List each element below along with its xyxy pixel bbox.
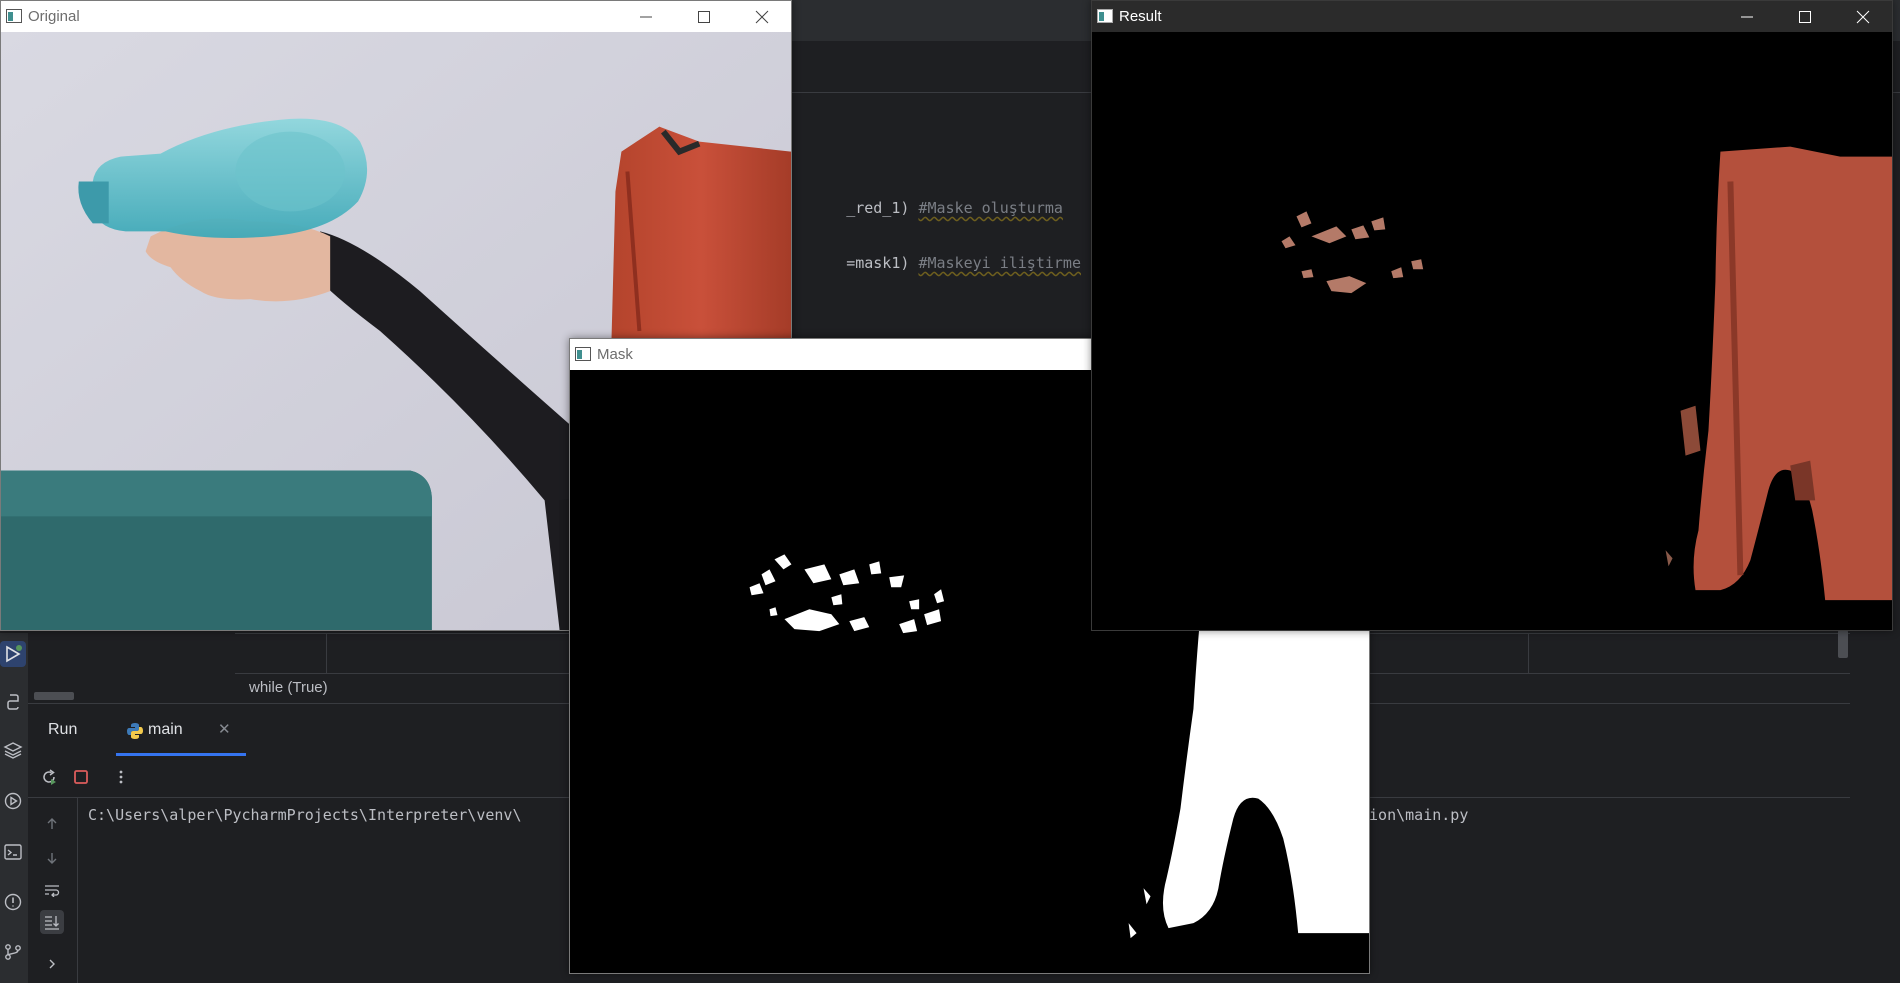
- result-image: [1092, 32, 1892, 630]
- window-title: Original: [28, 8, 80, 25]
- more-icon[interactable]: [110, 766, 132, 788]
- close-icon[interactable]: ✕: [218, 720, 231, 738]
- masked-result-frame: [1092, 32, 1892, 630]
- tab-main-label: main: [148, 721, 183, 738]
- tab-main[interactable]: main ✕: [116, 712, 246, 756]
- divider: [326, 633, 327, 673]
- git-icon[interactable]: [0, 939, 26, 965]
- maximize-icon[interactable]: [675, 1, 733, 32]
- app-icon: [575, 347, 591, 361]
- services-icon[interactable]: [0, 788, 26, 814]
- rerun-icon[interactable]: [38, 766, 60, 788]
- python-console-icon[interactable]: [0, 689, 26, 715]
- scroll-up-icon[interactable]: [40, 812, 64, 836]
- close-icon[interactable]: [733, 1, 791, 32]
- app-icon: [6, 9, 22, 23]
- result-window-titlebar[interactable]: Result: [1092, 1, 1892, 32]
- minimize-icon[interactable]: [617, 1, 675, 32]
- divider: [1528, 633, 1529, 673]
- stop-icon[interactable]: [70, 766, 92, 788]
- result-window[interactable]: Result: [1091, 0, 1893, 631]
- maximize-icon[interactable]: [1776, 1, 1834, 32]
- code-line-bitwise[interactable]: =mask1) #Maskeyi iliştirme: [792, 236, 1081, 290]
- tool-window-strip: [0, 633, 28, 983]
- scroll-to-end-icon[interactable]: [40, 910, 64, 934]
- window-title: Result: [1119, 8, 1162, 25]
- run-icon[interactable]: [0, 641, 26, 667]
- layers-icon[interactable]: [0, 737, 26, 763]
- horizontal-scrollbar[interactable]: [34, 692, 74, 700]
- minimize-icon[interactable]: [1718, 1, 1776, 32]
- window-title: Mask: [597, 346, 633, 363]
- problems-icon[interactable]: [0, 889, 26, 915]
- soft-wrap-icon[interactable]: [40, 878, 64, 902]
- console-output-end: tion\main.py: [1360, 806, 1469, 824]
- console-output: C:\Users\alper\PycharmProjects\Interpret…: [88, 806, 522, 824]
- console-side-toolbar: [28, 798, 78, 983]
- scroll-down-icon[interactable]: [40, 846, 64, 870]
- expand-icon[interactable]: [40, 952, 64, 976]
- terminal-icon[interactable]: [0, 839, 26, 865]
- run-title: Run: [48, 721, 78, 738]
- original-window-titlebar[interactable]: Original: [1, 1, 791, 32]
- breadcrumb-item[interactable]: while (True): [249, 679, 328, 696]
- editor-scrollbar[interactable]: [1838, 630, 1848, 658]
- python-file-icon: [126, 722, 144, 744]
- close-icon[interactable]: [1834, 1, 1892, 32]
- code-line-mask[interactable]: _red_1) #Maske oluşturma: [792, 181, 1063, 235]
- app-icon: [1097, 9, 1113, 23]
